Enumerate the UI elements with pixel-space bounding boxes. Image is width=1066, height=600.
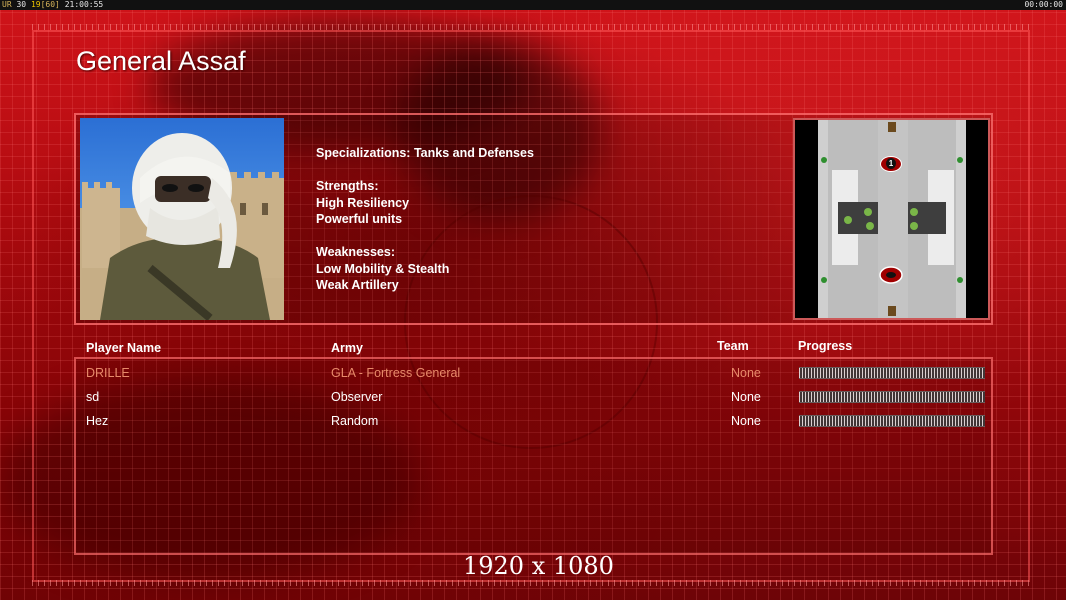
progress-bar	[799, 391, 985, 403]
weakness-item: Low Mobility & Stealth	[316, 261, 450, 276]
player-name: Hez	[86, 414, 109, 428]
resolution-label: 1920 x 1080	[463, 552, 614, 580]
hud-value: 60	[45, 0, 56, 9]
player-army: Observer	[331, 390, 383, 404]
hud-stats: UR 30 19[60] 21:00:55	[2, 0, 104, 9]
player-start-marker: 1	[880, 156, 902, 172]
general-description: Specializations: Tanks and Defenses Stre…	[316, 145, 534, 294]
hud-ur-label: UR	[2, 0, 12, 9]
player-team: None	[731, 414, 761, 428]
progress-bar	[799, 415, 985, 427]
hud-bar	[0, 0, 1066, 10]
header-progress: Progress	[798, 339, 853, 353]
hud-clock: 21:00:55	[64, 0, 104, 9]
loading-screen: UR 30 19[60] 21:00:55 00:00:00 General A…	[0, 0, 1066, 600]
player-list	[74, 357, 993, 555]
hud-value: 19	[30, 0, 41, 9]
strength-item: Powerful units	[316, 212, 403, 226]
header-player-name: Player Name	[86, 341, 162, 355]
header-army: Army	[331, 341, 363, 355]
player-army: GLA - Fortress General	[331, 366, 461, 380]
player-army: Random	[331, 414, 379, 428]
weaknesses-heading: Weaknesses:	[316, 245, 395, 259]
map-preview: 1	[818, 120, 966, 318]
bottom-tick-bar	[32, 580, 1030, 586]
table-row: Hez Random None	[0, 414, 1066, 434]
start-position-number: 1	[886, 158, 896, 169]
weakness-item: Weak Artillery	[316, 278, 399, 292]
progress-bar	[799, 367, 985, 379]
header-team: Team	[717, 339, 749, 353]
top-tick-bar	[32, 24, 1030, 30]
general-portrait	[80, 118, 284, 320]
player-team: None	[731, 366, 761, 380]
player-team: None	[731, 390, 761, 404]
strength-item: High Resiliency	[316, 195, 410, 210]
hud-timer: 00:00:00	[1024, 0, 1063, 9]
hud-value: 30	[16, 0, 27, 9]
table-row: DRILLE GLA - Fortress General None	[0, 366, 1066, 386]
strengths-heading: Strengths:	[316, 179, 379, 193]
table-row: sd Observer None	[0, 390, 1066, 410]
player-name: sd	[86, 390, 100, 404]
player-name: DRILLE	[86, 366, 130, 380]
specializations-text: Specializations: Tanks and Defenses	[316, 146, 534, 160]
general-title: General Assaf	[76, 46, 246, 76]
